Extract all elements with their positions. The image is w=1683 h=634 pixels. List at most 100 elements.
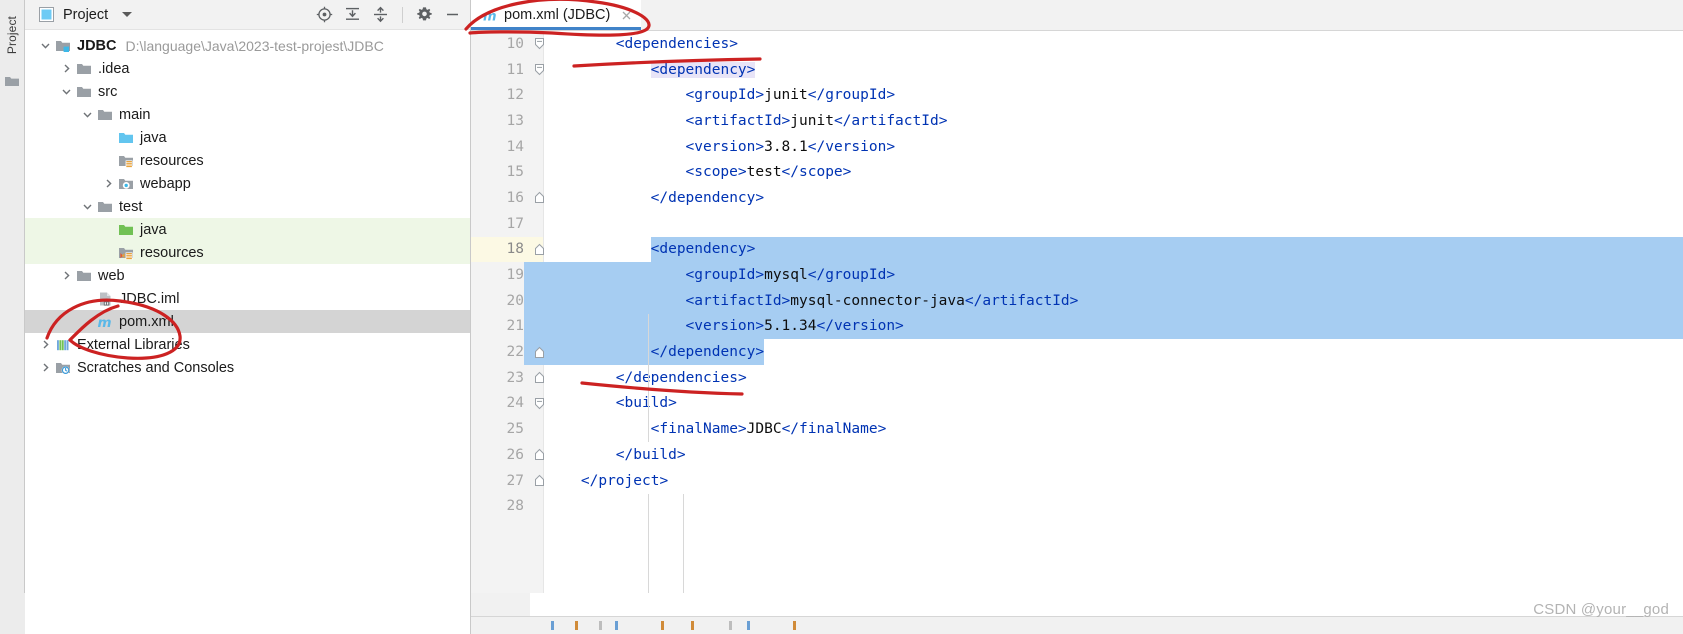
code-fold-handle[interactable] xyxy=(532,185,546,211)
line-number[interactable]: 27 xyxy=(471,468,524,494)
line-number[interactable]: 17 xyxy=(471,211,524,237)
line-number[interactable]: 13 xyxy=(471,108,524,134)
code-fold-handle[interactable] xyxy=(532,391,546,417)
tree-row-label: main xyxy=(119,106,151,123)
tree-row-web[interactable]: web xyxy=(25,264,470,287)
tree-row-label: webapp xyxy=(140,175,191,192)
tree-row-pom-xml[interactable]: m pom.xml xyxy=(25,310,470,333)
line-number[interactable]: 24 xyxy=(471,391,524,417)
editor-tab-pom-xml[interactable]: m pom.xml (JDBC) xyxy=(471,0,642,30)
project-structure-icon[interactable] xyxy=(5,74,19,86)
code-line-10[interactable]: 10 <dependencies> xyxy=(471,31,1683,57)
settings-gear-icon[interactable] xyxy=(415,5,434,24)
code-fold-handle[interactable] xyxy=(532,237,546,263)
project-panel-title: Project xyxy=(63,6,109,23)
tree-row-scratches-and-consoles[interactable]: Scratches and Consoles xyxy=(25,356,470,379)
tree-row-label: External Libraries xyxy=(77,336,190,353)
folder-icon xyxy=(75,60,92,77)
code-fold-handle[interactable] xyxy=(532,365,546,391)
chevron-down-icon[interactable] xyxy=(122,12,133,17)
tree-row-main[interactable]: main xyxy=(25,103,470,126)
line-number[interactable]: 20 xyxy=(471,288,524,314)
chevron-down-icon[interactable] xyxy=(79,103,96,126)
left-tool-strip: Project xyxy=(0,0,25,593)
code-line-28[interactable]: 28 xyxy=(471,493,1683,519)
code-line-17[interactable]: 17 xyxy=(471,211,1683,237)
line-number[interactable]: 21 xyxy=(471,314,524,340)
collapse-all-icon[interactable] xyxy=(371,5,390,24)
line-number[interactable]: 14 xyxy=(471,134,524,160)
maven-tick-mark xyxy=(661,621,664,630)
chevron-right-icon[interactable] xyxy=(58,264,75,287)
line-number[interactable]: 19 xyxy=(471,262,524,288)
code-line-12[interactable]: 12 <groupId> junit </groupId> xyxy=(471,82,1683,108)
code-line-22[interactable]: 22 </dependency> xyxy=(471,339,1683,365)
svg-text:m: m xyxy=(483,9,497,23)
tree-row-external-libraries[interactable]: External Libraries xyxy=(25,333,470,356)
code-line-25[interactable]: 25 <finalName> JDBC </finalName> xyxy=(471,416,1683,442)
code-line-23[interactable]: 23 </dependencies> xyxy=(471,365,1683,391)
close-icon[interactable] xyxy=(620,9,633,22)
line-number[interactable]: 18 xyxy=(471,237,524,263)
external-libraries-icon xyxy=(54,336,71,353)
code-fold-handle[interactable] xyxy=(532,57,546,83)
tree-row-label: JDBC xyxy=(77,37,117,54)
code-fold-handle[interactable] xyxy=(532,442,546,468)
chevron-right-icon[interactable] xyxy=(100,172,117,195)
tree-row-label: JDBC.iml xyxy=(119,290,180,307)
tree-row-idea[interactable]: .idea xyxy=(25,57,470,80)
line-number[interactable]: 28 xyxy=(471,493,524,519)
line-number[interactable]: 15 xyxy=(471,159,524,185)
tree-row-test[interactable]: test xyxy=(25,195,470,218)
code-line-15[interactable]: 15 <scope> test </scope> xyxy=(471,159,1683,185)
select-opened-file-icon[interactable] xyxy=(315,5,334,24)
code-editor[interactable]: 10 <dependencies> 11 <dependency> 12 <groupId… xyxy=(471,31,1683,594)
tree-row-resources[interactable]: resources xyxy=(25,149,470,172)
code-line-14[interactable]: 14 <version> 3.8.1 </version> xyxy=(471,134,1683,160)
code-line-13[interactable]: 13 <artifactId> junit </artifactId> xyxy=(471,108,1683,134)
code-line-text: </project> xyxy=(580,472,669,489)
code-line-20[interactable]: 20 <artifactId> mysql-connector-java </arti… xyxy=(471,288,1683,314)
line-number[interactable]: 25 xyxy=(471,416,524,442)
tree-row-webapp[interactable]: webapp xyxy=(25,172,470,195)
code-fold-handle[interactable] xyxy=(532,31,546,57)
code-line-26[interactable]: 26 </build> xyxy=(471,442,1683,468)
tree-row-resources[interactable]: resources xyxy=(25,241,470,264)
code-line-16[interactable]: 16 </dependency> xyxy=(471,185,1683,211)
line-number[interactable]: 12 xyxy=(471,82,524,108)
line-number[interactable]: 22 xyxy=(471,339,524,365)
code-line-19[interactable]: 19 <groupId> mysql </groupId> xyxy=(471,262,1683,288)
code-fold-handle[interactable] xyxy=(532,468,546,494)
tree-row-java[interactable]: java xyxy=(25,218,470,241)
tool-window-button-project-label: Project xyxy=(5,15,19,55)
tree-row-src[interactable]: src xyxy=(25,80,470,103)
line-number[interactable]: 10 xyxy=(471,31,524,57)
chevron-right-icon[interactable] xyxy=(58,57,75,80)
line-number[interactable]: 26 xyxy=(471,442,524,468)
chevron-down-icon[interactable] xyxy=(79,195,96,218)
code-line-text: </dependency> xyxy=(650,344,765,361)
expand-all-icon[interactable] xyxy=(343,5,362,24)
line-number[interactable]: 11 xyxy=(471,57,524,83)
maven-tick-mark xyxy=(599,621,602,630)
chevron-down-icon[interactable] xyxy=(58,80,75,103)
code-line-27[interactable]: 27 </project> xyxy=(471,468,1683,494)
maven-indicator-bar xyxy=(471,617,1683,634)
code-line-18[interactable]: 18 <dependency> xyxy=(471,237,1683,263)
tree-row-java[interactable]: java xyxy=(25,126,470,149)
chevron-right-icon[interactable] xyxy=(37,333,54,356)
code-fold-handle[interactable] xyxy=(532,339,546,365)
idea-window: Project Project JDBC D:\language\Java\20… xyxy=(0,0,1683,634)
tool-window-button-project[interactable]: Project xyxy=(0,4,24,66)
hide-icon[interactable] xyxy=(443,5,462,24)
code-line-21[interactable]: 21 <version> 5.1.34 </version> xyxy=(471,314,1683,340)
line-number[interactable]: 23 xyxy=(471,365,524,391)
tree-row-jdbc[interactable]: JDBC D:\language\Java\2023-test-projest\J… xyxy=(25,34,470,57)
tree-row-jdbc-iml[interactable]: JDBC.iml xyxy=(25,287,470,310)
chevron-down-icon[interactable] xyxy=(37,34,54,57)
line-number[interactable]: 16 xyxy=(471,185,524,211)
chevron-right-icon[interactable] xyxy=(37,356,54,379)
code-line-24[interactable]: 24 <build> xyxy=(471,391,1683,417)
code-line-text: <build> xyxy=(615,395,677,412)
code-line-11[interactable]: 11 <dependency> xyxy=(471,57,1683,83)
